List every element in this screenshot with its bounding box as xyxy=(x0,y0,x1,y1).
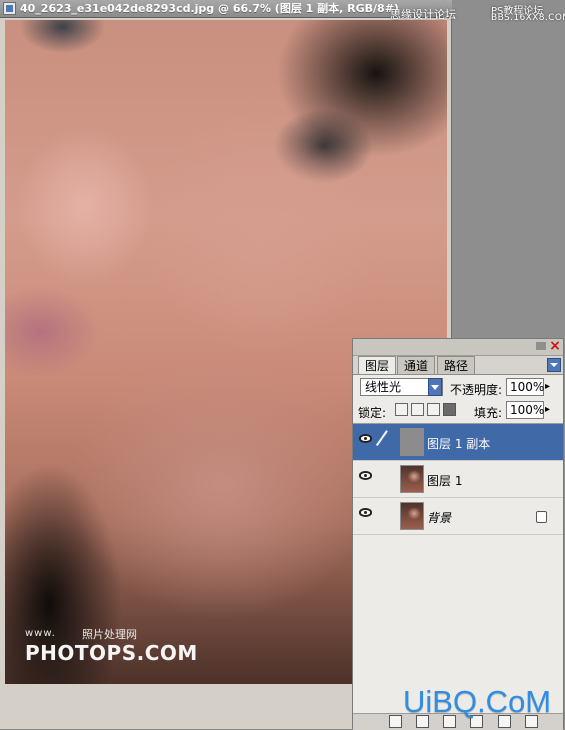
tab-paths[interactable]: 路径 xyxy=(437,356,476,374)
site-watermark: UiBQ.CoM xyxy=(403,684,552,719)
opacity-label: 不透明度: xyxy=(450,383,503,397)
lock-label: 锁定: xyxy=(358,406,387,420)
visibility-eye-icon[interactable] xyxy=(359,508,372,517)
tab-channels[interactable]: 通道 xyxy=(397,356,436,374)
close-button[interactable]: × xyxy=(549,339,561,353)
layer-thumbnail xyxy=(400,428,424,456)
fill-field[interactable]: 100% xyxy=(506,401,544,419)
fill-arrow-icon[interactable]: ▸ xyxy=(545,404,550,415)
link-layers-icon[interactable] xyxy=(389,715,402,728)
layer-name: 背景 xyxy=(427,511,452,525)
layer-row[interactable]: 背景 xyxy=(353,498,563,535)
panel-topbar: × xyxy=(353,339,563,356)
photo-watermark-www: www. xyxy=(25,628,56,639)
layer-thumbnail xyxy=(400,465,424,493)
document-title: 40_2623_e31e042de8293cd.jpg @ 66.7% (图层 … xyxy=(20,2,399,15)
brush-icon xyxy=(375,430,397,452)
photo-watermark-cn: 照片处理网 xyxy=(82,628,137,641)
layers-list: 图层 1 副本 图层 1 背景 xyxy=(353,423,563,713)
photoshop-document-icon xyxy=(3,2,16,15)
locked-layer-icon xyxy=(536,511,547,523)
layer-thumbnail xyxy=(400,502,424,530)
fill-label: 填充: xyxy=(474,406,503,420)
document-titlebar: 40_2623_e31e042de8293cd.jpg @ 66.7% (图层 … xyxy=(0,0,452,18)
panel-tabs: 图层 通道 路径 xyxy=(353,356,563,375)
lock-transparency-icon[interactable] xyxy=(395,403,408,416)
layer-row[interactable]: 图层 1 xyxy=(353,461,563,498)
lock-all-icon[interactable] xyxy=(443,403,456,416)
layer-name: 图层 1 xyxy=(427,474,463,488)
collapse-button[interactable] xyxy=(536,342,546,350)
lock-position-icon[interactable] xyxy=(427,403,440,416)
visibility-eye-icon[interactable] xyxy=(359,434,372,443)
visibility-eye-icon[interactable] xyxy=(359,471,372,480)
panel-menu-button[interactable] xyxy=(547,358,561,372)
lock-image-icon[interactable] xyxy=(411,403,424,416)
layers-panel: × 图层 通道 路径 线性光 不透明度: 100% ▸ 锁定: 填充: 100%… xyxy=(352,338,564,730)
opacity-arrow-icon[interactable]: ▸ xyxy=(545,381,550,392)
opacity-field[interactable]: 100% xyxy=(506,378,544,396)
layer-name: 图层 1 副本 xyxy=(427,437,491,451)
layers-controls: 线性光 不透明度: 100% ▸ 锁定: 填充: 100% ▸ 图层 1 副本 … xyxy=(353,374,563,715)
photo-watermark-main: PHOTOPS.COM xyxy=(25,641,198,665)
top-watermark-left: 思缘设计论坛 xyxy=(390,8,456,21)
tab-layers[interactable]: 图层 xyxy=(358,356,397,375)
layer-row[interactable]: 图层 1 副本 xyxy=(353,424,563,461)
blend-mode-value: 线性光 xyxy=(365,380,402,394)
top-watermark-right-bottom: BBS.16XX8.COM xyxy=(491,13,565,23)
blend-mode-dropdown-icon[interactable] xyxy=(428,378,442,396)
